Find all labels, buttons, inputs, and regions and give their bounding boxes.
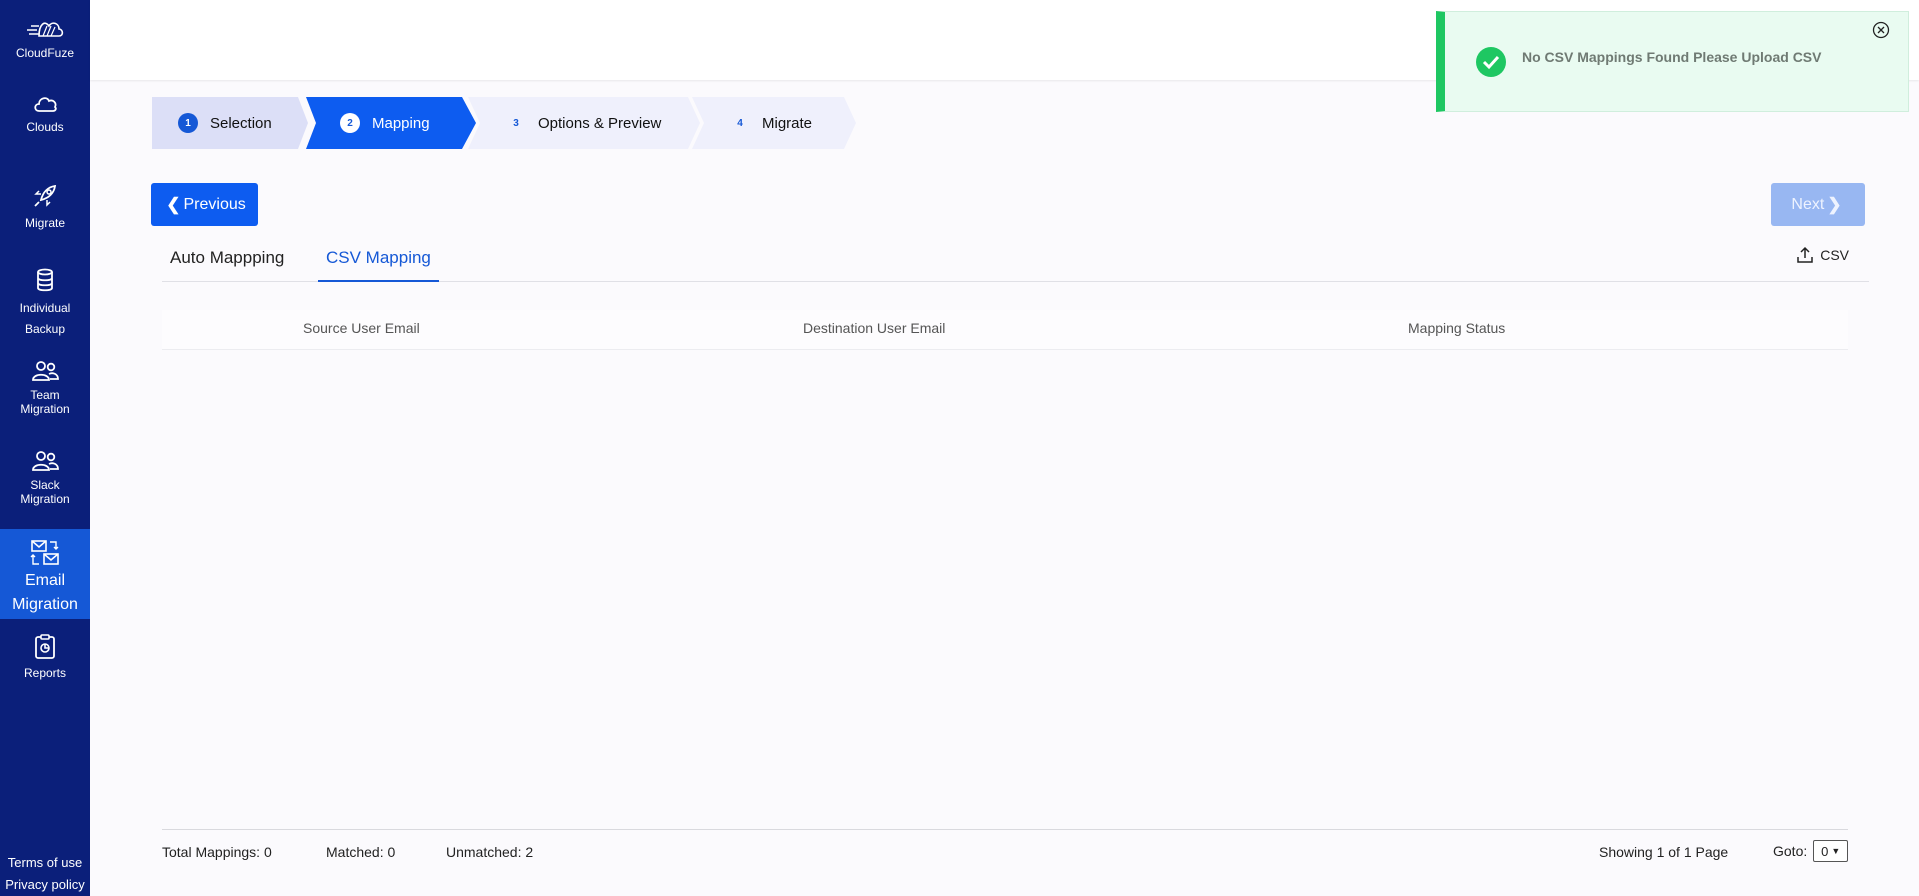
sidebar-item-individual-backup[interactable]: Individual Backup (0, 268, 90, 340)
chevron-right-icon: ❯ (1827, 194, 1842, 214)
sidebar-footer: Terms of use Privacy policy (0, 852, 90, 896)
goto-page-value: 0 (1821, 843, 1829, 859)
total-mappings: Total Mappings: 0 (162, 844, 272, 860)
step-selection[interactable]: 1 Selection (152, 97, 308, 149)
logo[interactable]: CloudFuze (0, 18, 90, 60)
database-icon (37, 268, 53, 292)
previous-button[interactable]: ❮ Previous (151, 183, 258, 226)
unmatched-count: Unmatched: 2 (446, 844, 534, 860)
mapping-table-header: Source User Email Destination User Email… (162, 310, 1848, 350)
step-label: Mapping (372, 114, 430, 132)
tab-auto-mapping[interactable]: Auto Mappping (162, 240, 292, 282)
sidebar-item-clouds[interactable]: Clouds (0, 94, 90, 134)
sidebar-item-label: Clouds (26, 120, 64, 134)
step-number: 2 (340, 113, 360, 133)
sidebar-item-migrate[interactable]: Migrate (0, 182, 90, 230)
step-label: Migrate (762, 114, 813, 132)
toast-message: No CSV Mappings Found Please Upload CSV (1522, 49, 1822, 65)
goto-page-select[interactable]: 0 ▼ (1813, 840, 1849, 862)
team-icon (32, 361, 59, 381)
sidebar: CloudFuze Clouds Migrate Individual Back… (0, 0, 90, 896)
matched-count: Matched: 0 (326, 844, 396, 860)
step-mapping[interactable]: 2 Mapping (306, 97, 476, 149)
sidebar-item-label: Individual Backup (19, 301, 71, 336)
step-label: Options & Preview (538, 114, 662, 132)
mapping-tabs: Auto Mappping CSV Mapping CSV (162, 240, 1869, 282)
logo-text: CloudFuze (15, 46, 75, 60)
privacy-policy-link[interactable]: Privacy policy (0, 874, 90, 896)
step-options-preview[interactable]: 3 Options & Preview (468, 97, 700, 149)
sidebar-item-label: Team Migration (20, 388, 70, 416)
chevron-down-icon: ▼ (1831, 846, 1841, 856)
cloudfuze-logo-icon (27, 22, 64, 37)
column-header-mapping-status[interactable]: Mapping Status (1408, 310, 1505, 346)
step-label: Selection (210, 114, 272, 132)
sidebar-item-label: Slack Migration (20, 478, 70, 506)
sidebar-item-email-migration[interactable]: Email Migration (0, 529, 90, 619)
previous-button-label: Previous (183, 195, 246, 213)
reports-icon (35, 634, 55, 659)
mapping-table-footer: Total Mappings: 0 Matched: 0 Unmatched: … (162, 829, 1849, 873)
page-indicator: Showing 1 of 1 Page (1599, 844, 1729, 860)
step-number: 3 (513, 117, 519, 129)
sidebar-item-slack-migration[interactable]: Slack Migration (0, 450, 90, 506)
step-number: 4 (737, 117, 743, 129)
sidebar-item-reports[interactable]: Reports (0, 634, 90, 680)
email-migration-icon (30, 540, 59, 565)
rocket-icon (34, 184, 57, 207)
upload-icon (1797, 246, 1813, 263)
step-number: 1 (178, 113, 198, 133)
sidebar-item-team-migration[interactable]: Team Migration (0, 360, 90, 416)
cloud-icon (34, 97, 57, 112)
terms-of-use-link[interactable]: Terms of use (0, 852, 90, 874)
step-migrate[interactable]: 4 Migrate (692, 97, 856, 149)
next-button-label: Next (1791, 195, 1825, 213)
chevron-left-icon: ❮ (166, 194, 181, 214)
next-button[interactable]: Next ❯ (1771, 183, 1865, 226)
tab-csv-mapping[interactable]: CSV Mapping (318, 240, 439, 282)
csv-upload-label: CSV (1820, 247, 1849, 263)
wizard-stepper: 1 Selection 2 Mapping 3 Options & Previe… (152, 97, 872, 149)
sidebar-item-label: Migrate (24, 216, 65, 230)
column-header-destination-email[interactable]: Destination User Email (803, 310, 945, 346)
column-header-source-email[interactable]: Source User Email (303, 310, 420, 346)
goto-label: Goto: (1773, 843, 1808, 859)
sidebar-item-label: Reports (23, 666, 67, 680)
close-icon[interactable] (1872, 21, 1890, 39)
slack-team-icon (32, 451, 59, 471)
csv-upload-button[interactable]: CSV (1796, 246, 1849, 264)
sidebar-item-label: Email Migration (12, 572, 78, 613)
check-circle-icon (1476, 47, 1506, 77)
goto-control: Goto: 0 ▼ (1773, 840, 1849, 862)
notification-toast: No CSV Mappings Found Please Upload CSV (1436, 11, 1909, 112)
